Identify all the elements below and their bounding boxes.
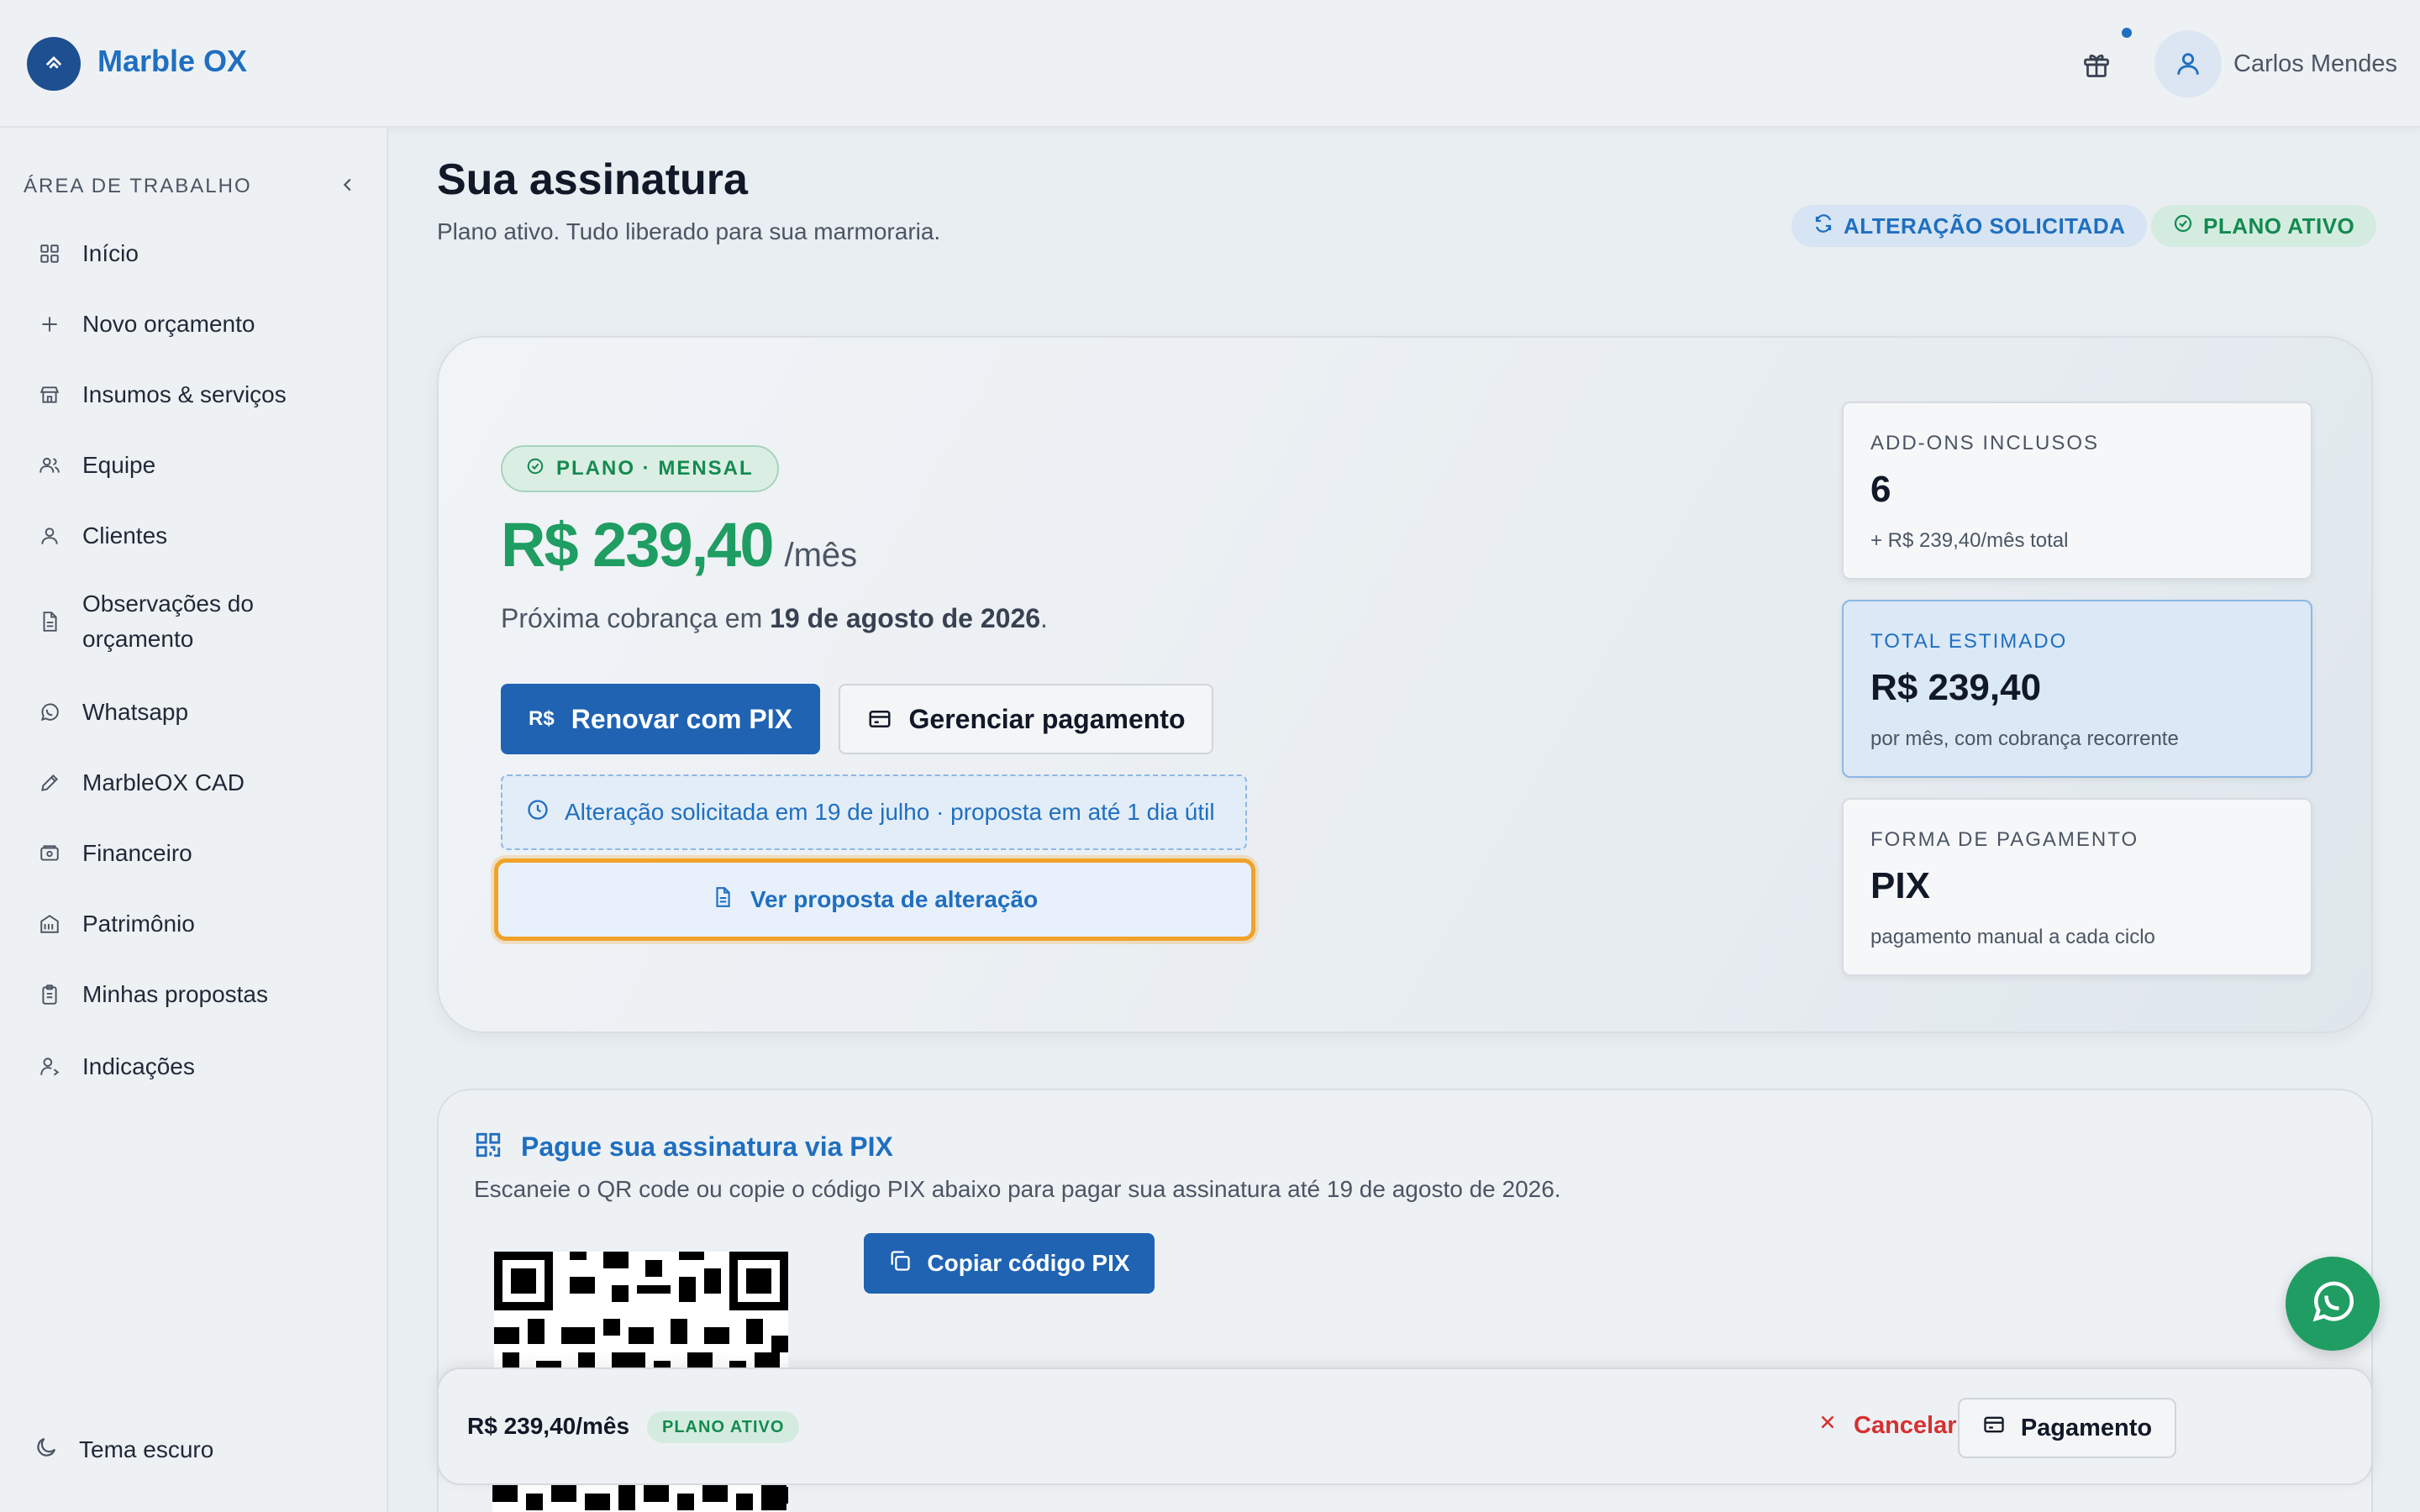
sidebar-item-marbleox-cad[interactable]: MarbleOX CAD	[0, 763, 388, 803]
sidebar-item-label: Clientes	[82, 522, 168, 549]
notification-dot	[2122, 28, 2132, 38]
check-circle-icon	[2173, 213, 2193, 239]
wallet-icon	[37, 841, 62, 866]
collapse-sidebar-button[interactable]	[334, 171, 361, 198]
page-subtitle: Plano ativo. Tudo liberado para sua marm…	[437, 218, 941, 244]
sidebar-item-whatsapp[interactable]: Whatsapp	[0, 692, 388, 732]
stat-total-estimate: TOTAL ESTIMADO R$ 239,40 por mês, com co…	[1842, 600, 2312, 778]
theme-toggle-label: Tema escuro	[79, 1436, 214, 1462]
manage-payment-button[interactable]: Gerenciar pagamento	[839, 684, 1213, 754]
next-charge-date: 19 de agosto de 2026	[770, 603, 1041, 633]
credit-card-icon	[1982, 1413, 2006, 1443]
pencil-icon	[37, 770, 62, 795]
theme-toggle[interactable]: Tema escuro	[34, 1435, 213, 1464]
clipboard-icon	[37, 982, 62, 1007]
sidebar-item-observacoes[interactable]: Observações do orçamento	[0, 586, 388, 657]
sidebar-item-label: Financeiro	[82, 840, 192, 866]
document-icon	[37, 609, 62, 634]
sidebar: ÁREA DE TRABALHO Início Novo orçamento I…	[0, 128, 388, 1512]
footer-status-badge: PLANO ATIVO	[647, 1411, 800, 1443]
avatar[interactable]	[2154, 30, 2222, 97]
subscription-footer-bar: R$ 239,40/mês PLANO ATIVO Cancelar Assin…	[437, 1368, 2373, 1485]
currency-icon: R$	[529, 707, 555, 730]
plan-type-badge: PLANO · MENSAL	[501, 445, 779, 492]
qr-code-peek	[492, 1485, 786, 1512]
sidebar-item-financeiro[interactable]: Financeiro	[0, 833, 388, 874]
credit-card-icon	[867, 706, 892, 732]
building-icon	[37, 911, 62, 937]
sidebar-item-indicacoes[interactable]: Indicações	[0, 1047, 388, 1087]
sidebar-item-patrimonio[interactable]: Patrimônio	[0, 904, 388, 944]
top-bar: Marble OX Carlos Mendes	[0, 0, 2420, 128]
logo-icon[interactable]	[27, 37, 81, 91]
user-icon	[37, 523, 62, 549]
renew-pix-button[interactable]: R$ Renovar com PIX	[501, 684, 820, 754]
whatsapp-chat-button[interactable]	[2286, 1257, 2380, 1351]
status-badge-plan-active: PLANO ATIVO	[2151, 205, 2377, 247]
copy-icon	[888, 1249, 912, 1278]
sidebar-item-label: Patrimônio	[82, 911, 195, 937]
qr-code-icon	[474, 1131, 502, 1163]
document-icon	[712, 886, 734, 914]
brand-name[interactable]: Marble OX	[97, 44, 247, 79]
sidebar-item-label: MarbleOX CAD	[82, 769, 245, 795]
footer-price: R$ 239,40/mês	[467, 1413, 630, 1439]
user-share-icon	[37, 1054, 62, 1079]
view-proposal-button[interactable]: Ver proposta de alteração	[494, 858, 1255, 941]
sidebar-item-label: Observações do orçamento	[82, 591, 254, 652]
users-icon	[37, 453, 62, 478]
plan-price: R$ 239,40 /mês	[501, 509, 857, 580]
gift-icon[interactable]	[2079, 47, 2114, 82]
pix-title: Pague sua assinatura via PIX	[474, 1131, 893, 1163]
sidebar-item-label: Novo orçamento	[82, 311, 255, 337]
sidebar-item-label: Minhas propostas	[82, 981, 269, 1007]
sidebar-title: ÁREA DE TRABALHO	[24, 175, 252, 197]
change-request-notice: Alteração solicitada em 19 de julho · pr…	[501, 774, 1247, 850]
sidebar-item-inicio[interactable]: Início	[0, 234, 388, 274]
sidebar-item-clientes[interactable]: Clientes	[0, 516, 388, 556]
whatsapp-icon	[37, 700, 62, 725]
copy-pix-code-button[interactable]: Copiar código PIX	[864, 1233, 1155, 1294]
user-name[interactable]: Carlos Mendes	[2233, 50, 2397, 78]
sidebar-item-label: Equipe	[82, 452, 156, 478]
whatsapp-icon	[2307, 1277, 2358, 1331]
grid-icon	[37, 241, 62, 266]
plan-card: PLANO · MENSAL R$ 239,40 /mês Próxima co…	[437, 336, 2373, 1033]
clock-icon	[526, 798, 550, 827]
price-period: /mês	[784, 537, 858, 574]
pix-description: Escaneie o QR code ou copie o código PIX…	[474, 1176, 1561, 1202]
next-charge-text: Próxima cobrança em 19 de agosto de 2026…	[501, 603, 1048, 633]
page-title: Sua assinatura	[437, 155, 748, 204]
store-icon	[37, 382, 62, 407]
sidebar-item-label: Whatsapp	[82, 699, 189, 725]
sidebar-item-label: Indicações	[82, 1053, 195, 1079]
sidebar-item-minhas-propostas[interactable]: Minhas propostas	[0, 974, 388, 1015]
payment-button[interactable]: Pagamento	[1958, 1398, 2176, 1458]
sidebar-item-equipe[interactable]: Equipe	[0, 445, 388, 486]
check-circle-icon	[526, 457, 544, 481]
sidebar-item-insumos[interactable]: Insumos & serviços	[0, 375, 388, 415]
sidebar-item-label: Insumos & serviços	[82, 381, 287, 407]
sidebar-item-novo-orcamento[interactable]: Novo orçamento	[0, 304, 388, 344]
status-badge-change-requested: ALTERAÇÃO SOLICITADA	[1791, 205, 2148, 247]
sidebar-item-label: Início	[82, 240, 139, 266]
close-icon	[1817, 1411, 1839, 1440]
plus-icon	[37, 312, 62, 337]
stat-addons: ADD-ONS INCLUSOS 6 + R$ 239,40/mês total	[1842, 402, 2312, 580]
price-amount: R$ 239,40	[501, 510, 774, 580]
stat-payment-method: FORMA DE PAGAMENTO PIX pagamento manual …	[1842, 798, 2312, 976]
refresh-icon	[1813, 213, 1833, 239]
moon-icon	[34, 1435, 59, 1464]
